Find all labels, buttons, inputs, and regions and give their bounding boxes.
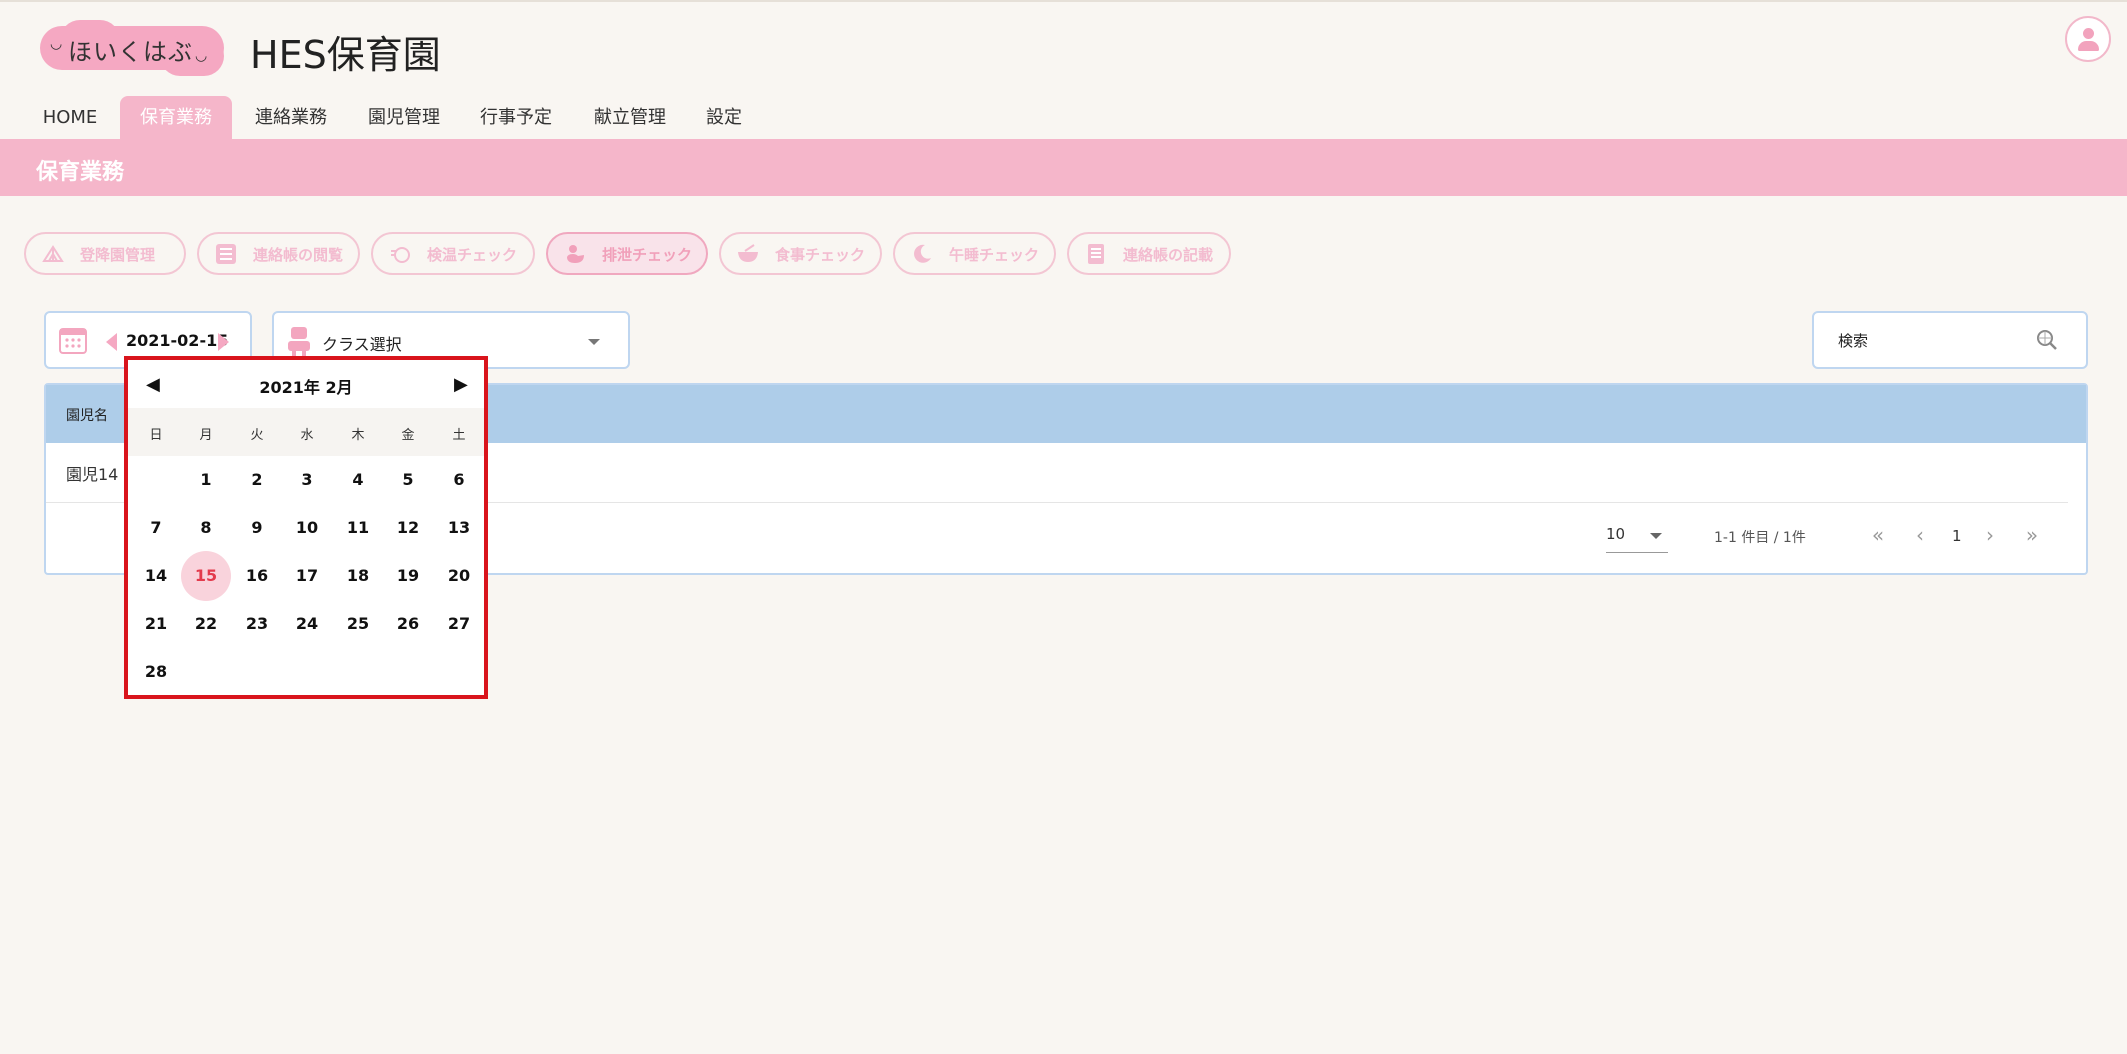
nav-tab-childcare[interactable]: 保育業務 xyxy=(120,96,232,140)
first-page-button[interactable]: « xyxy=(1866,521,1890,549)
search-field[interactable] xyxy=(1812,311,2088,369)
calendar-day[interactable]: 24 xyxy=(282,600,332,648)
nap-check-label: 午睡チェック xyxy=(949,246,1040,264)
attendance-button[interactable]: 登降園管理 xyxy=(24,232,186,275)
app-logo[interactable]: ◡ ほいくはぶ ◡ xyxy=(40,20,224,76)
calendar-day[interactable]: 9 xyxy=(232,504,282,552)
moon-icon xyxy=(914,244,931,263)
tent-icon xyxy=(42,245,64,262)
current-page[interactable]: 1 xyxy=(1952,527,1962,545)
site-title: HES保育園 xyxy=(250,33,441,77)
logo-smile-right: ◡ xyxy=(195,48,208,64)
nav-tab-events[interactable]: 行事予定 xyxy=(468,96,564,140)
section-title: 保育業務 xyxy=(36,160,125,185)
section-header: 保育業務 xyxy=(0,139,2127,196)
user-icon-body xyxy=(2078,41,2099,51)
calendar-day[interactable]: 12 xyxy=(383,504,433,552)
calendar-icon xyxy=(59,328,87,354)
calendar-day[interactable]: 7 xyxy=(131,504,181,552)
pagination-range: 1-1 件目 / 1件 xyxy=(1714,530,1806,546)
bowl-icon xyxy=(738,244,758,262)
meal-check-button[interactable]: 食事チェック xyxy=(719,232,882,275)
meal-check-label: 食事チェック xyxy=(775,246,866,264)
previous-day-button[interactable] xyxy=(106,333,117,351)
calendar-day[interactable]: 21 xyxy=(131,600,181,648)
write-contact-book-label: 連絡帳の記載 xyxy=(1123,246,1214,264)
calendar-day[interactable]: 10 xyxy=(282,504,332,552)
class-select-value: クラス選択 xyxy=(322,335,402,354)
search-input[interactable] xyxy=(1838,329,2018,353)
calendar-day[interactable]: 8 xyxy=(181,504,231,552)
nav-tab-home[interactable]: HOME xyxy=(30,96,110,140)
view-contact-book-label: 連絡帳の閲覧 xyxy=(253,246,344,264)
previous-page-button[interactable]: ‹ xyxy=(1910,521,1930,549)
calendar-day[interactable]: 26 xyxy=(383,600,433,648)
calendar-day[interactable]: 6 xyxy=(434,456,484,504)
nap-check-button[interactable]: 午睡チェック xyxy=(893,232,1056,275)
calendar-days: 1 2 3 4 5 6 7 8 9 10 11 12 13 14 15 16 17 18 19 20 21 22 23 24 2… xyxy=(128,360,484,703)
nav-tab-menu[interactable]: 献立管理 xyxy=(582,96,678,140)
calendar-day[interactable]: 19 xyxy=(383,552,433,600)
calendar-day[interactable]: 5 xyxy=(383,456,433,504)
logo-text: ほいくはぶ xyxy=(68,38,193,66)
calendar-popup: 2021年 2月 ◀ ▶ 日 月 火 水 木 金 土 1 2 3 4 5 6 7 8 9 10 11… xyxy=(124,356,488,699)
list-icon xyxy=(216,244,236,264)
excretion-check-label: 排泄チェック xyxy=(602,246,693,264)
next-day-button[interactable] xyxy=(218,333,229,351)
calendar-day[interactable]: 22 xyxy=(181,600,231,648)
calendar-day[interactable]: 23 xyxy=(232,600,282,648)
temperature-check-label: 検温チェック xyxy=(427,246,518,264)
calendar-day[interactable]: 25 xyxy=(333,600,383,648)
page-size-select[interactable]: 10 xyxy=(1606,525,1668,553)
calendar-day[interactable]: 13 xyxy=(434,504,484,552)
view-contact-book-button[interactable]: 連絡帳の閲覧 xyxy=(197,232,360,275)
nav-tab-contact[interactable]: 連絡業務 xyxy=(242,96,340,140)
attendance-label: 登降園管理 xyxy=(80,246,156,264)
thermometer-icon xyxy=(391,247,410,263)
write-contact-book-button[interactable]: 連絡帳の記載 xyxy=(1067,232,1231,275)
user-avatar-button[interactable] xyxy=(2065,16,2111,62)
child-name-cell[interactable]: 園児14 xyxy=(66,461,118,485)
last-page-button[interactable]: » xyxy=(2020,521,2044,549)
calendar-day[interactable]: 18 xyxy=(333,552,383,600)
user-icon-head xyxy=(2083,28,2094,39)
search-icon[interactable] xyxy=(2034,327,2060,353)
page-size-value: 10 xyxy=(1606,525,1626,543)
logo-smile-left: ◡ xyxy=(50,36,63,52)
temperature-check-button[interactable]: 検温チェック xyxy=(371,232,535,275)
calendar-day[interactable]: 28 xyxy=(131,648,181,696)
next-page-button[interactable]: › xyxy=(1980,521,2000,549)
calendar-day[interactable]: 3 xyxy=(282,456,332,504)
calendar-day[interactable]: 14 xyxy=(131,552,181,600)
calendar-day-selected[interactable]: 15 xyxy=(181,551,231,601)
calendar-day[interactable]: 17 xyxy=(282,552,332,600)
calendar-day[interactable]: 20 xyxy=(434,552,484,600)
column-header-name[interactable]: 園児名 xyxy=(66,405,108,425)
excretion-check-button[interactable]: 排泄チェック xyxy=(546,232,708,275)
nav-tab-children[interactable]: 園児管理 xyxy=(356,96,452,140)
calendar-day[interactable]: 4 xyxy=(333,456,383,504)
nav-tab-settings[interactable]: 設定 xyxy=(698,96,750,140)
calendar-day[interactable]: 1 xyxy=(181,456,231,504)
chevron-down-icon xyxy=(588,339,600,345)
child-icon xyxy=(288,327,310,357)
calendar-day[interactable]: 2 xyxy=(232,456,282,504)
calendar-day[interactable]: 11 xyxy=(333,504,383,552)
top-border xyxy=(0,0,2127,2)
selected-date[interactable]: 2021-02-15 xyxy=(126,331,228,350)
calendar-day[interactable]: 27 xyxy=(434,600,484,648)
calendar-day[interactable]: 16 xyxy=(232,552,282,600)
duck-icon xyxy=(567,245,584,263)
notebook-icon xyxy=(1088,244,1104,264)
chevron-down-icon xyxy=(1650,533,1662,539)
